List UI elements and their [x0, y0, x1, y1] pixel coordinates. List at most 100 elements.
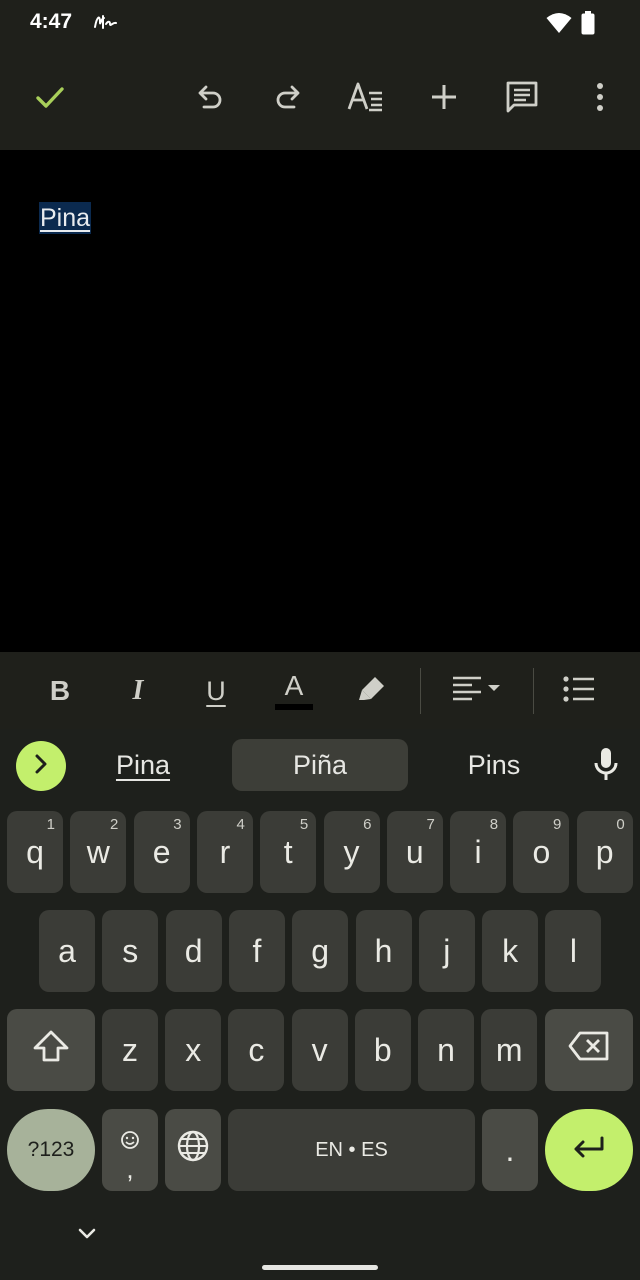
enter-icon	[571, 1132, 607, 1169]
key-label: r	[219, 833, 231, 870]
key-label: m	[495, 1031, 523, 1068]
key-label: v	[311, 1031, 328, 1068]
text-format-button[interactable]	[338, 71, 394, 127]
key-number-hint: 4	[236, 816, 245, 833]
align-left-icon	[450, 674, 506, 709]
key-label: a	[58, 932, 76, 969]
suggestion-left[interactable]: Pina	[80, 739, 206, 791]
gesture-nav-handle[interactable]	[262, 1265, 378, 1270]
format-divider	[420, 668, 421, 714]
key-x[interactable]: x	[165, 1009, 222, 1091]
language-key[interactable]	[165, 1109, 221, 1191]
italic-icon: I	[132, 675, 144, 706]
bold-icon: B	[49, 675, 71, 706]
key-h[interactable]: h	[355, 910, 412, 992]
key-m[interactable]: m	[481, 1009, 538, 1091]
shift-key[interactable]	[7, 1009, 95, 1091]
mic-icon	[593, 747, 619, 788]
insert-button[interactable]	[416, 71, 472, 127]
highlight-button[interactable]	[345, 664, 399, 718]
key-y[interactable]: y6	[323, 811, 380, 893]
key-c[interactable]: c	[228, 1009, 285, 1091]
backspace-icon	[568, 1031, 610, 1069]
voice-input-button[interactable]	[588, 747, 624, 787]
selected-word[interactable]: Pina	[39, 202, 92, 234]
check-icon	[34, 81, 66, 118]
key-l[interactable]: l	[545, 910, 602, 992]
suggestion-right[interactable]: Pins	[420, 739, 568, 791]
key-i[interactable]: i8	[450, 811, 507, 893]
key-n[interactable]: n	[418, 1009, 474, 1091]
key-number-hint: 1	[46, 816, 55, 833]
keyboard-menu-button[interactable]	[16, 741, 66, 791]
key-o[interactable]: o9	[513, 811, 570, 893]
key-z[interactable]: z	[102, 1009, 158, 1091]
key-label: x	[185, 1031, 202, 1068]
done-button[interactable]	[22, 71, 78, 127]
align-dropdown-button[interactable]	[448, 664, 508, 718]
period-key[interactable]: .	[482, 1109, 538, 1191]
comment-icon	[505, 80, 539, 119]
space-key[interactable]: EN • ES	[228, 1109, 475, 1191]
backspace-key[interactable]	[545, 1009, 633, 1091]
key-label: g	[311, 932, 330, 969]
undo-button[interactable]	[182, 71, 238, 127]
text-color-swatch	[275, 704, 313, 710]
comma-label: ,	[126, 1153, 134, 1184]
key-a[interactable]: a	[39, 910, 95, 992]
add-icon	[429, 82, 459, 117]
key-number-hint: 6	[363, 816, 372, 833]
highlighter-icon	[356, 673, 388, 710]
key-number-hint: 7	[426, 816, 435, 833]
key-t[interactable]: t5	[260, 811, 317, 893]
key-p[interactable]: p0	[576, 811, 633, 893]
key-u[interactable]: u7	[386, 811, 443, 893]
key-label: s	[122, 932, 139, 969]
key-s[interactable]: s	[102, 910, 159, 992]
underline-button[interactable]: U	[189, 664, 243, 718]
key-label: q	[26, 833, 44, 870]
key-v[interactable]: v	[291, 1009, 348, 1091]
key-label: j	[443, 932, 451, 969]
italic-button[interactable]: I	[111, 664, 165, 718]
enter-key[interactable]	[545, 1109, 633, 1191]
hide-keyboard-chevron-icon[interactable]	[75, 1226, 99, 1247]
shift-icon	[32, 1029, 70, 1071]
key-number-hint: 8	[489, 816, 499, 833]
formatting-toolbar: B I U A	[0, 652, 640, 729]
undo-icon	[195, 82, 225, 117]
bold-button[interactable]: B	[33, 664, 87, 718]
key-f[interactable]: f	[228, 910, 285, 992]
key-r[interactable]: r4	[196, 811, 253, 893]
key-number-hint: 3	[173, 816, 182, 833]
handwriting-notification-icon	[92, 12, 118, 37]
key-b[interactable]: b	[354, 1009, 411, 1091]
document-canvas[interactable]: Pina	[0, 150, 640, 652]
status-time: 4:47	[30, 10, 73, 33]
key-g[interactable]: g	[292, 910, 349, 992]
key-q[interactable]: q1	[7, 811, 63, 893]
redo-icon	[273, 82, 303, 117]
globe-icon	[176, 1129, 210, 1171]
suggestion-middle[interactable]: Piña	[232, 739, 408, 791]
key-label: c	[248, 1031, 265, 1068]
bullet-list-button[interactable]	[552, 664, 606, 718]
key-w[interactable]: w2	[70, 811, 127, 893]
more-options-button[interactable]	[572, 71, 628, 127]
key-label: h	[374, 932, 393, 969]
key-label: e	[152, 833, 171, 870]
text-color-button[interactable]: A	[267, 664, 321, 718]
key-d[interactable]: d	[165, 910, 222, 992]
text-format-icon	[347, 81, 385, 118]
chevron-right-icon	[32, 753, 50, 780]
symbols-key[interactable]: ?123	[7, 1109, 95, 1191]
redo-button[interactable]	[260, 71, 316, 127]
comment-button[interactable]	[494, 71, 550, 127]
key-label: f	[252, 932, 262, 969]
format-divider	[533, 668, 534, 714]
key-e[interactable]: e3	[133, 811, 190, 893]
key-label: k	[502, 932, 519, 969]
key-j[interactable]: j	[418, 910, 475, 992]
emoji-comma-key[interactable]: ,	[102, 1109, 158, 1191]
key-k[interactable]: k	[482, 910, 539, 992]
